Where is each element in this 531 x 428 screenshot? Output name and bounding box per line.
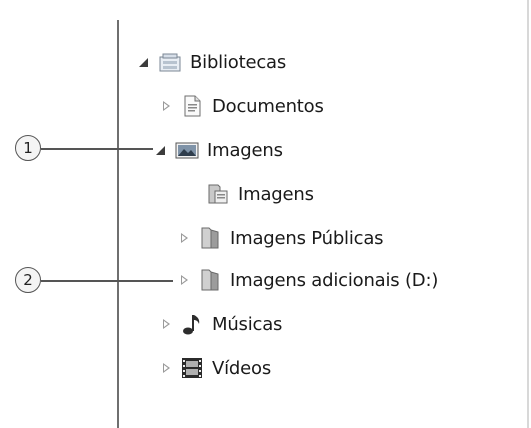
folder-icon <box>198 268 222 292</box>
pane-left-border <box>117 20 119 428</box>
music-icon <box>180 312 204 336</box>
tree-item-label: Imagens <box>207 139 283 161</box>
tree-item-imagens-publicas[interactable]: Imagens Públicas <box>178 224 384 252</box>
callout-number: 2 <box>23 271 33 289</box>
expand-arrow-icon[interactable] <box>178 274 190 286</box>
video-icon <box>180 356 204 380</box>
tree-item-documentos[interactable]: Documentos <box>160 92 324 120</box>
callout-1: 1 <box>15 135 41 161</box>
tree-item-imagens-sub[interactable]: Imagens <box>186 180 314 208</box>
pictures-icon <box>175 138 199 162</box>
folder-library-icon <box>206 182 230 206</box>
tree-item-label: Músicas <box>212 313 283 335</box>
pane-right-border <box>527 0 529 428</box>
tree-item-label: Imagens Públicas <box>230 227 384 249</box>
callout-2-line <box>41 280 173 282</box>
tree-item-label: Imagens <box>238 183 314 205</box>
callout-number: 1 <box>23 139 33 157</box>
tree-item-videos[interactable]: Vídeos <box>160 354 271 382</box>
expand-arrow-icon[interactable] <box>160 318 172 330</box>
expand-arrow-icon[interactable] <box>178 232 190 244</box>
folder-icon <box>198 226 222 250</box>
tree-item-bibliotecas[interactable]: Bibliotecas <box>138 48 286 76</box>
callout-2: 2 <box>15 267 41 293</box>
tree-item-imagens[interactable]: Imagens <box>155 136 283 164</box>
tree-item-label: Bibliotecas <box>190 51 287 73</box>
callout-1-line <box>41 148 153 150</box>
expand-arrow-icon[interactable] <box>160 100 172 112</box>
tree-item-imagens-adicionais[interactable]: Imagens adicionais (D:) <box>178 266 438 294</box>
expand-arrow-icon[interactable] <box>155 144 167 156</box>
tree-item-label: Documentos <box>212 95 324 117</box>
tree-item-musicas[interactable]: Músicas <box>160 310 282 338</box>
document-icon <box>180 94 204 118</box>
expand-arrow-icon[interactable] <box>138 56 150 68</box>
expand-arrow-icon[interactable] <box>160 362 172 374</box>
library-icon <box>158 50 182 74</box>
tree-item-label: Imagens adicionais (D:) <box>230 269 439 291</box>
tree-item-label: Vídeos <box>212 357 272 379</box>
